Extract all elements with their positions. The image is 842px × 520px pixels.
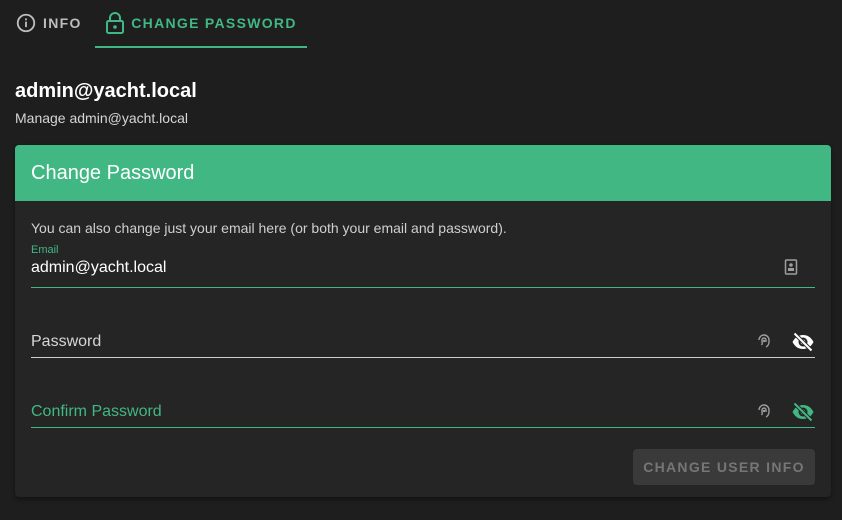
email-field[interactable]: Email admin@yacht.local xyxy=(31,241,815,288)
password-field[interactable]: Password xyxy=(31,320,815,358)
contact-card-icon xyxy=(783,259,799,275)
confirm-password-placeholder[interactable]: Confirm Password xyxy=(31,403,162,421)
tab-change-password[interactable]: CHANGE PASSWORD xyxy=(95,0,307,48)
eye-off-icon[interactable] xyxy=(791,400,815,424)
confirm-password-underline xyxy=(31,427,815,428)
info-circle-icon xyxy=(15,12,37,34)
page-subtitle: Manage admin@yacht.local xyxy=(15,110,188,126)
tab-bar: INFO CHANGE PASSWORD xyxy=(0,0,842,48)
fingerprint-icon xyxy=(755,332,773,350)
email-underline xyxy=(31,287,815,288)
lock-icon xyxy=(105,12,125,34)
change-password-card: Change Password You can also change just… xyxy=(15,145,831,497)
tab-info[interactable]: INFO xyxy=(15,0,82,46)
card-title: Change Password xyxy=(15,145,831,201)
email-value[interactable]: admin@yacht.local xyxy=(31,259,166,277)
email-label: Email xyxy=(31,244,59,256)
card-hint: You can also change just your email here… xyxy=(31,220,507,236)
page-title: admin@yacht.local xyxy=(15,80,197,102)
tab-info-label: INFO xyxy=(43,15,82,31)
fingerprint-icon xyxy=(755,402,773,420)
password-placeholder[interactable]: Password xyxy=(31,333,101,351)
confirm-password-field[interactable]: Confirm Password xyxy=(31,390,815,428)
eye-off-icon[interactable] xyxy=(791,330,815,354)
password-underline xyxy=(31,357,815,358)
tab-change-password-label: CHANGE PASSWORD xyxy=(131,15,297,31)
change-user-info-button[interactable]: CHANGE USER INFO xyxy=(633,449,815,485)
